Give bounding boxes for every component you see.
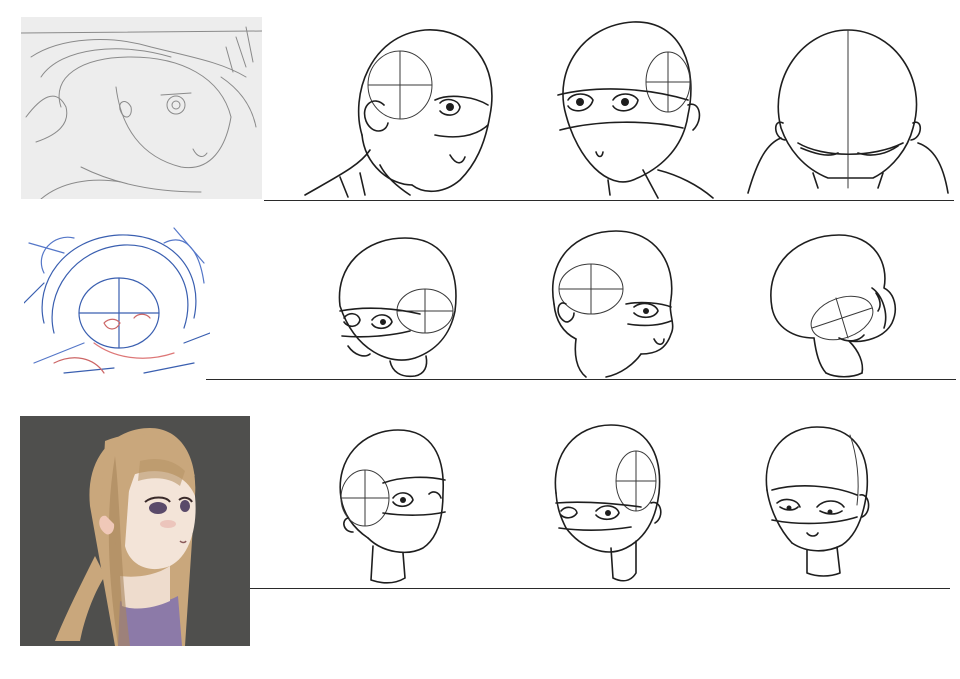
reference-sketch-1 <box>21 17 262 199</box>
reference-illustration <box>20 416 250 646</box>
reference-sketch-2 <box>24 223 210 379</box>
row-1-baseline <box>264 200 954 201</box>
head-view-three-quarter-right <box>548 20 718 200</box>
head-view-three-quarter-left <box>300 25 500 200</box>
row-3-baseline <box>250 588 950 589</box>
head-view-top-down <box>743 28 953 200</box>
head-view-three-quarter-left-2 <box>551 423 666 585</box>
head-view-three-quarter-right-2 <box>333 428 453 586</box>
head-view-profile-right <box>546 229 681 379</box>
head-view-low-angle-left <box>330 236 465 379</box>
head-view-tilted-back <box>764 233 904 379</box>
row-2-baseline <box>206 379 956 380</box>
head-view-front-tilted <box>762 425 877 580</box>
